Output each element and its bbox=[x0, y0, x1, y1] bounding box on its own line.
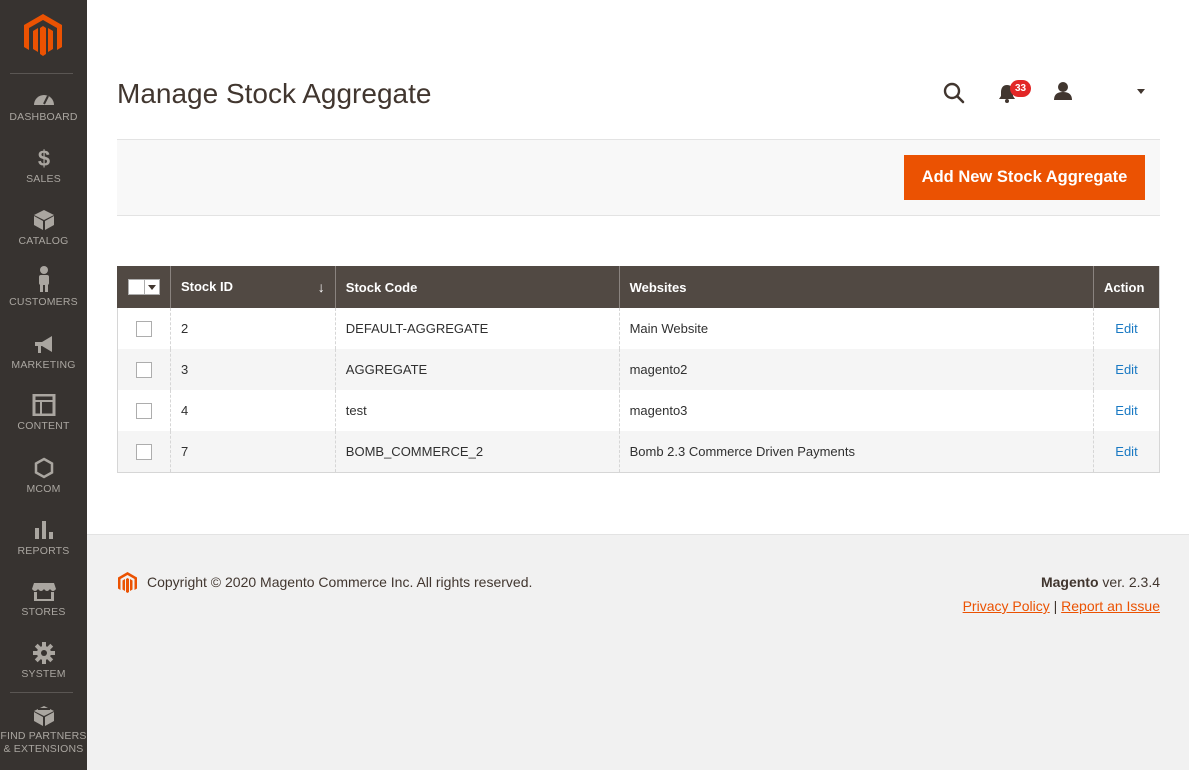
edit-link[interactable]: Edit bbox=[1115, 403, 1137, 418]
sidebar-item-label: FIND PARTNERS bbox=[0, 730, 87, 742]
footer-links: Privacy Policy | Report an Issue bbox=[963, 598, 1160, 614]
version-info: Magento ver. 2.3.4 bbox=[1041, 574, 1160, 590]
stock-code-cell: DEFAULT-AGGREGATE bbox=[334, 308, 620, 349]
row-select-cell bbox=[117, 431, 171, 473]
report-issue-link[interactable]: Report an Issue bbox=[1061, 598, 1160, 614]
table-row: 2 DEFAULT-AGGREGATE Main Website Edit bbox=[117, 308, 1161, 349]
stock-id-cell: 3 bbox=[169, 349, 336, 390]
websites-cell: Bomb 2.3 Commerce Driven Payments bbox=[618, 431, 1094, 473]
megaphone-icon bbox=[34, 336, 52, 353]
column-header-stock-code[interactable]: Stock Code bbox=[334, 266, 620, 308]
copyright-text: Copyright © 2020 Magento Commerce Inc. A… bbox=[147, 574, 533, 590]
column-header-websites[interactable]: Websites bbox=[618, 266, 1094, 308]
websites-cell: magento3 bbox=[618, 390, 1094, 431]
websites-cell: magento2 bbox=[618, 349, 1094, 390]
edit-link[interactable]: Edit bbox=[1115, 362, 1137, 377]
admin-sidebar: DASHBOARD $ SALES CATALOG CUSTOMERS MARK… bbox=[0, 0, 87, 770]
partners-icon bbox=[33, 706, 54, 726]
page-footer: Copyright © 2020 Magento Commerce Inc. A… bbox=[87, 534, 1189, 770]
mass-select-header bbox=[117, 266, 171, 308]
person-icon bbox=[38, 266, 49, 292]
column-header-action: Action bbox=[1092, 266, 1161, 308]
sidebar-item-dashboard[interactable]: DASHBOARD bbox=[0, 89, 87, 124]
sidebar-item-mcom[interactable]: MCOM bbox=[0, 457, 87, 496]
sidebar-item-label: CATALOG bbox=[18, 235, 69, 247]
sidebar-item-label: REPORTS bbox=[17, 545, 70, 557]
sidebar-item-stores[interactable]: STORES bbox=[0, 582, 87, 619]
store-icon bbox=[31, 583, 56, 601]
table-row: 4 test magento3 Edit bbox=[117, 390, 1161, 431]
sidebar-item-system[interactable]: SYSTEM bbox=[0, 642, 87, 681]
privacy-policy-link[interactable]: Privacy Policy bbox=[963, 598, 1050, 614]
row-select-cell bbox=[117, 349, 171, 390]
search-icon[interactable] bbox=[943, 82, 965, 104]
column-header-stock-id[interactable]: Stock ID ↓ bbox=[169, 266, 336, 308]
gear-icon bbox=[32, 642, 55, 664]
action-cell: Edit bbox=[1092, 349, 1161, 390]
stock-id-cell: 4 bbox=[169, 390, 336, 431]
row-checkbox[interactable] bbox=[135, 402, 152, 419]
stock-aggregate-grid: Stock ID ↓ Stock Code Websites Action 2 … bbox=[117, 266, 1161, 473]
sidebar-divider bbox=[10, 692, 73, 693]
stock-code-cell: test bbox=[334, 390, 620, 431]
row-select-cell bbox=[117, 390, 171, 431]
sidebar-item-label: & EXTENSIONS bbox=[3, 743, 84, 755]
row-checkbox[interactable] bbox=[135, 361, 152, 378]
action-cell: Edit bbox=[1092, 308, 1161, 349]
stock-code-cell: AGGREGATE bbox=[334, 349, 620, 390]
sidebar-item-sales[interactable]: $ SALES bbox=[0, 147, 87, 186]
sidebar-item-label: DASHBOARD bbox=[9, 111, 78, 123]
bar-chart-icon bbox=[34, 521, 53, 539]
add-new-stock-aggregate-button[interactable]: Add New Stock Aggregate bbox=[904, 155, 1145, 200]
sidebar-item-find-partners[interactable]: FIND PARTNERS & EXTENSIONS bbox=[0, 705, 87, 756]
action-cell: Edit bbox=[1092, 390, 1161, 431]
sort-arrow-icon: ↓ bbox=[317, 279, 325, 295]
websites-cell: Main Website bbox=[618, 308, 1094, 349]
hexagon-icon bbox=[34, 457, 53, 479]
column-header-label: Stock ID bbox=[180, 279, 233, 294]
sidebar-item-label: MCOM bbox=[26, 483, 61, 495]
magento-logo-icon[interactable] bbox=[24, 14, 62, 58]
sidebar-item-label: CONTENT bbox=[17, 420, 70, 432]
sidebar-item-label: STORES bbox=[21, 606, 66, 618]
link-separator: | bbox=[1049, 598, 1062, 614]
table-row: 3 AGGREGATE magento2 Edit bbox=[117, 349, 1161, 390]
brand-name: Magento bbox=[1040, 574, 1099, 590]
sidebar-divider bbox=[10, 73, 73, 74]
sidebar-item-marketing[interactable]: MARKETING bbox=[0, 335, 87, 372]
box-icon bbox=[33, 210, 54, 230]
sidebar-item-catalog[interactable]: CATALOG bbox=[0, 209, 87, 248]
stock-id-cell: 2 bbox=[169, 308, 336, 349]
edit-link[interactable]: Edit bbox=[1115, 444, 1137, 459]
row-select-cell bbox=[117, 308, 171, 349]
magento-logo-icon bbox=[118, 572, 137, 593]
sidebar-item-label: SALES bbox=[26, 173, 61, 185]
sidebar-item-label: SYSTEM bbox=[21, 668, 66, 680]
row-checkbox[interactable] bbox=[135, 320, 152, 337]
sidebar-item-content[interactable]: CONTENT bbox=[0, 394, 87, 433]
action-cell: Edit bbox=[1092, 431, 1161, 473]
edit-link[interactable]: Edit bbox=[1115, 321, 1137, 336]
version-text: ver. 2.3.4 bbox=[1098, 574, 1160, 590]
dollar-icon: $ bbox=[37, 147, 49, 169]
sidebar-item-reports[interactable]: REPORTS bbox=[0, 519, 87, 558]
sidebar-item-label: CUSTOMERS bbox=[9, 296, 78, 308]
sidebar-item-label: MARKETING bbox=[11, 359, 76, 371]
page-actions-bar: Add New Stock Aggregate bbox=[117, 139, 1160, 216]
layout-icon bbox=[32, 394, 55, 416]
dashboard-icon bbox=[33, 95, 54, 105]
stock-code-cell: BOMB_COMMERCE_2 bbox=[334, 431, 620, 473]
user-icon[interactable] bbox=[1052, 81, 1074, 101]
sidebar-item-customers[interactable]: CUSTOMERS bbox=[0, 266, 87, 309]
page-title: Manage Stock Aggregate bbox=[117, 78, 432, 109]
notifications-count-badge[interactable]: 33 bbox=[1010, 80, 1031, 97]
row-checkbox[interactable] bbox=[135, 443, 152, 460]
svg-text:$: $ bbox=[37, 147, 49, 169]
stock-id-cell: 7 bbox=[169, 431, 336, 473]
mass-select-dropdown[interactable] bbox=[127, 279, 160, 296]
chevron-down-icon[interactable] bbox=[1137, 89, 1145, 94]
table-row: 7 BOMB_COMMERCE_2 Bomb 2.3 Commerce Driv… bbox=[117, 431, 1161, 473]
